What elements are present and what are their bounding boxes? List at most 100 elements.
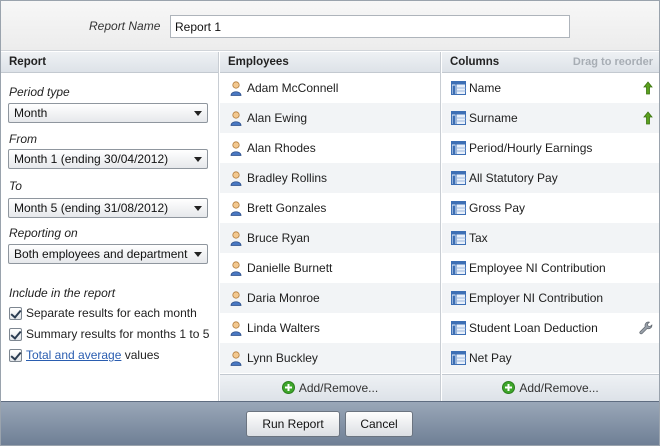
from-label: From (9, 132, 37, 146)
employees-list: Adam McConnell Alan Ewing Alan Rhodes Bradl… (220, 73, 440, 373)
separate-results-checkbox[interactable] (9, 307, 22, 320)
drag-to-reorder-hint: Drag to reorder (572, 56, 653, 68)
column-row[interactable]: Net Pay (442, 343, 659, 373)
dropdown-arrow-icon (194, 157, 202, 162)
total-average-text: Total and average values (26, 348, 159, 362)
report-panel-header: Report (1, 52, 218, 73)
add-icon (281, 381, 295, 395)
employee-row[interactable]: Daria Monroe (220, 283, 440, 313)
person-icon (230, 261, 242, 276)
include-label: Include in the report (9, 286, 116, 300)
column-row[interactable]: Employer NI Contribution (442, 283, 659, 313)
person-icon (230, 81, 242, 96)
column-icon (451, 321, 466, 335)
person-icon (230, 321, 242, 336)
employee-row[interactable]: Linda Walters (220, 313, 440, 343)
employee-name: Danielle Burnett (247, 261, 333, 275)
columns-add-remove-label: Add/Remove... (519, 381, 599, 395)
columns-add-remove-button[interactable]: Add/Remove... (442, 374, 659, 401)
reporting-on-select[interactable]: Both employees and department (8, 244, 208, 264)
summary-results-label: Summary results for months 1 to 5 (26, 327, 210, 341)
columns-panel-title: Columns (450, 56, 500, 68)
employees-panel: Employees Adam McConnell Alan Ewing Alan R… (220, 52, 441, 401)
button-bar: Run Report Cancel (1, 401, 659, 445)
person-icon (230, 351, 242, 366)
column-icon (451, 141, 466, 155)
column-name: Employee NI Contribution (469, 261, 606, 275)
column-row[interactable]: Gross Pay (442, 193, 659, 223)
column-icon (451, 201, 466, 215)
reporting-on-label: Reporting on (9, 226, 78, 240)
report-window: Report Name Report Period type Month Fro… (0, 0, 660, 446)
to-select[interactable]: Month 5 (ending 31/08/2012) (8, 198, 208, 218)
column-icon (451, 81, 466, 95)
columns-panel: Columns Drag to reorder Name Surname Perio… (442, 52, 659, 401)
green-up-arrow-icon[interactable] (643, 111, 653, 125)
column-row[interactable]: Period/Hourly Earnings (442, 133, 659, 163)
employee-row[interactable]: Adam McConnell (220, 73, 440, 103)
column-row[interactable]: All Statutory Pay (442, 163, 659, 193)
employee-row[interactable]: Danielle Burnett (220, 253, 440, 283)
employees-add-remove-label: Add/Remove... (298, 381, 379, 395)
reporting-on-value: Both employees and department (14, 247, 188, 261)
from-value: Month 1 (ending 30/04/2012) (14, 152, 169, 166)
column-name: Period/Hourly Earnings (469, 141, 593, 155)
employee-name: Brett Gonzales (247, 201, 327, 215)
person-icon (230, 201, 242, 216)
employee-name: Adam McConnell (247, 81, 339, 95)
employees-panel-header: Employees (220, 52, 440, 73)
columns-panel-header: Columns Drag to reorder (442, 52, 659, 73)
period-type-select[interactable]: Month (8, 103, 208, 123)
run-report-button[interactable]: Run Report (246, 411, 340, 437)
employee-row[interactable]: Alan Rhodes (220, 133, 440, 163)
total-average-link[interactable]: Total and average (26, 348, 121, 362)
column-row[interactable]: Student Loan Deduction (442, 313, 659, 343)
columns-list: Name Surname Period/Hourly Earnings All Sta… (442, 73, 659, 373)
person-icon (230, 231, 242, 246)
column-row[interactable]: Employee NI Contribution (442, 253, 659, 283)
employee-row[interactable]: Lynn Buckley (220, 343, 440, 373)
column-icon (451, 291, 466, 305)
column-row[interactable]: Surname (442, 103, 659, 133)
person-icon (230, 291, 242, 306)
employee-name: Alan Ewing (247, 111, 308, 125)
green-up-arrow-icon[interactable] (643, 81, 653, 95)
total-average-suffix: values (121, 348, 160, 362)
column-name: Employer NI Contribution (469, 291, 604, 305)
employee-row[interactable]: Alan Ewing (220, 103, 440, 133)
column-name: Net Pay (469, 351, 512, 365)
employee-name: Lynn Buckley (247, 351, 318, 365)
column-icon (451, 351, 466, 365)
employee-name: Bradley Rollins (247, 171, 328, 185)
person-icon (230, 141, 242, 156)
column-name: All Statutory Pay (469, 171, 558, 185)
total-average-checkbox[interactable] (9, 349, 22, 362)
person-icon (230, 111, 242, 126)
employee-name: Alan Rhodes (247, 141, 316, 155)
employee-row[interactable]: Bradley Rollins (220, 163, 440, 193)
employee-name: Bruce Ryan (247, 231, 310, 245)
employees-add-remove-button[interactable]: Add/Remove... (220, 374, 440, 401)
from-select[interactable]: Month 1 (ending 30/04/2012) (8, 149, 208, 169)
column-name: Gross Pay (469, 201, 526, 215)
column-name: Name (469, 81, 502, 95)
summary-results-checkbox[interactable] (9, 328, 22, 341)
employee-row[interactable]: Bruce Ryan (220, 223, 440, 253)
column-name: Surname (469, 111, 518, 125)
wrench-icon[interactable] (639, 321, 653, 335)
report-header: Report Name (1, 1, 659, 51)
report-name-label: Report Name (89, 19, 161, 33)
to-value: Month 5 (ending 31/08/2012) (14, 201, 169, 215)
column-row[interactable]: Name (442, 73, 659, 103)
dropdown-arrow-icon (194, 252, 202, 257)
employee-row[interactable]: Brett Gonzales (220, 193, 440, 223)
cancel-button[interactable]: Cancel (345, 411, 413, 437)
report-name-input[interactable] (170, 15, 570, 38)
period-type-label: Period type (9, 85, 70, 99)
dropdown-arrow-icon (194, 206, 202, 211)
column-row[interactable]: Tax (442, 223, 659, 253)
add-icon (502, 381, 516, 395)
employee-name: Linda Walters (247, 321, 320, 335)
column-icon (451, 111, 466, 125)
column-name: Student Loan Deduction (469, 321, 598, 335)
